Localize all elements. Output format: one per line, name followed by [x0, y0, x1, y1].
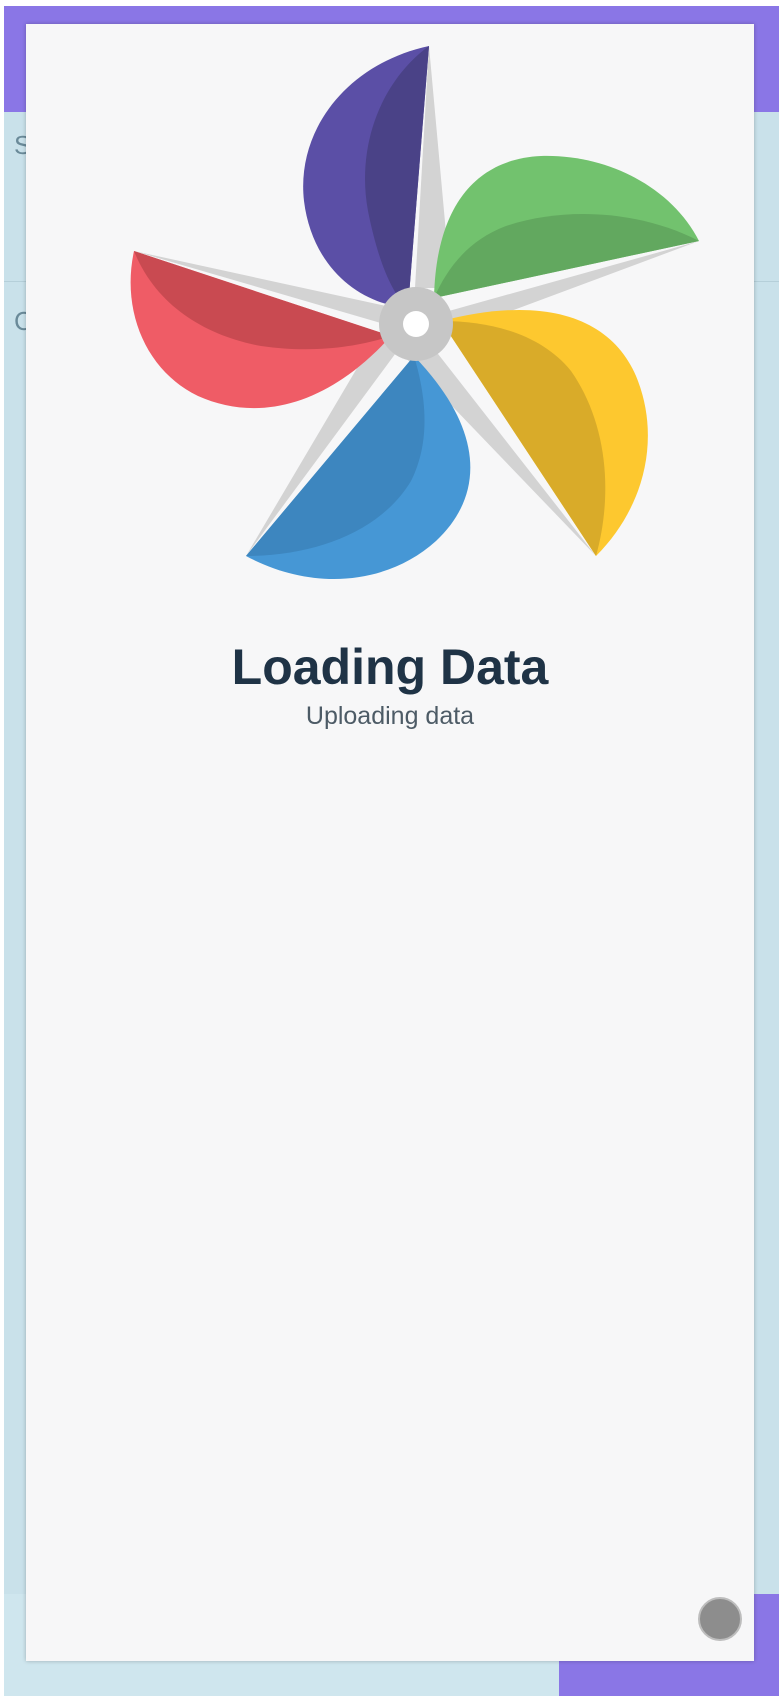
pinwheel-icon [130, 46, 699, 579]
loading-dialog: Loading Data Uploading data [26, 24, 754, 1661]
loading-spinner-icon [698, 1597, 742, 1641]
pinwheel-hub-center [403, 311, 429, 337]
loading-subtitle: Uploading data [305, 702, 475, 730]
loading-title: Loading Data [231, 639, 549, 695]
